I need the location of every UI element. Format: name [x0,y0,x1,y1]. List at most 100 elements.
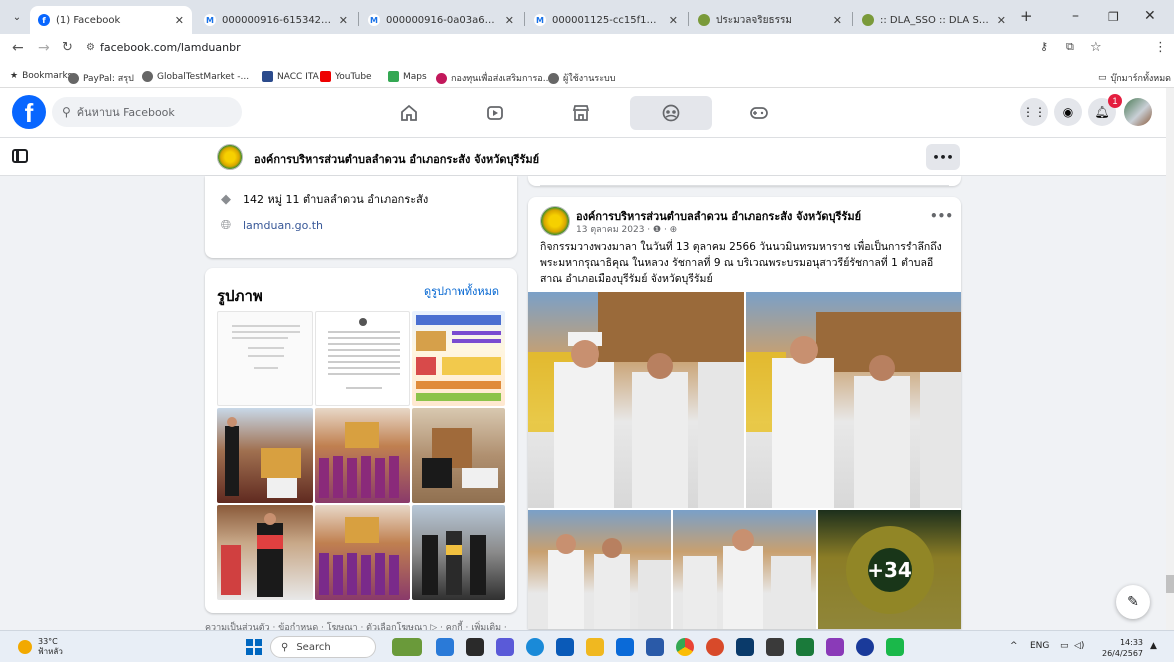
line-app-icon[interactable] [886,638,904,656]
photo-thumb-graduation-1[interactable] [217,505,313,600]
tab-facebook[interactable]: f (1) Facebook ✕ [30,6,192,34]
sidebar-toggle-icon[interactable] [12,149,28,163]
tab-doc-3[interactable]: M 000001125-cc15f11cfbd56d0 ✕ [526,6,686,34]
photo-thumb-poster[interactable] [412,311,505,406]
taskbar-search[interactable]: ⚲ Search [270,636,376,658]
system-clock[interactable]: 14:33 26/4/2567 [1102,637,1143,659]
see-all-photos-link[interactable]: ดูรูปภาพทั้งหมด [424,282,499,300]
start-button[interactable] [246,639,262,655]
store-app-icon[interactable] [556,638,574,656]
bookmark-item[interactable]: YouTube [320,71,372,82]
photo-thumb-graduation-2[interactable] [412,505,505,600]
close-tab-icon[interactable]: ✕ [833,14,842,27]
weather-widget[interactable]: 33°C ฟ้าหลัว [18,637,63,657]
nav-gaming[interactable] [718,96,800,130]
bookmark-item[interactable]: NACC ITA [262,71,319,82]
page-logo[interactable] [217,144,243,170]
scrollbar-thumb[interactable] [1166,575,1174,593]
browser-menu-icon[interactable]: ⋮ [1154,40,1167,55]
post-photo-2[interactable] [746,292,961,508]
network-icon[interactable]: ▭ [1060,641,1069,651]
photo-thumb-group-1[interactable] [315,408,410,503]
teams-app-icon[interactable] [436,638,454,656]
bookmark-item[interactable]: GlobalTestMarket -... [142,71,249,82]
chrome-app-icon[interactable] [676,638,694,656]
close-tab-icon[interactable]: ✕ [997,14,1006,27]
tray-overflow-icon[interactable]: ^ [1010,641,1018,651]
close-tab-icon[interactable]: ✕ [669,14,678,27]
post-photo-1[interactable] [528,292,744,508]
website-link[interactable]: lamduan.go.th [243,219,323,232]
page-scrollbar[interactable] [1166,88,1174,630]
app-icon[interactable] [856,638,874,656]
url-field[interactable]: facebook.com/lamduanbr [100,41,241,54]
close-window-icon[interactable]: ✕ [1144,8,1156,24]
forward-icon[interactable]: → [38,40,50,56]
photo-thumb-ceremony-2[interactable] [412,408,505,503]
task-view-icon[interactable] [466,638,484,656]
search-input[interactable]: ⚲ ค้นหาบน Facebook [52,97,242,127]
photo-thumb-group-2[interactable] [315,505,410,600]
install-app-icon[interactable]: ⧉ [1066,40,1074,54]
app-icon[interactable] [766,638,784,656]
page-title[interactable]: องค์การบริหารส่วนตำบลลำดวน อำเภอกระสัง จ… [254,150,539,168]
bookmark-item[interactable]: กองทุนเพื่อส่งเสริมการอ... [436,71,551,85]
input-language[interactable]: ENG [1030,641,1049,651]
notification-center-icon[interactable]: ▲ [1150,641,1157,651]
all-bookmarks[interactable]: ▭ บุ๊กมาร์กทั้งหมด [1098,71,1171,85]
reload-icon[interactable]: ↻ [62,40,73,55]
app-icon[interactable] [826,638,844,656]
nav-home[interactable] [368,96,450,130]
bookmark-star-icon[interactable]: ☆ [1090,40,1102,55]
tab-doc-2[interactable]: M 000000916-0a03a6a786524c8 ✕ [360,6,522,34]
post-photo-3[interactable] [528,510,671,629]
post-author-avatar[interactable] [540,206,570,236]
bookmark-item[interactable]: ★ Bookmarks [10,71,72,81]
more-options-button[interactable]: ••• [926,144,960,170]
nav-video[interactable] [454,96,536,130]
account-avatar[interactable] [1124,98,1152,126]
photo-thumb-document[interactable] [217,311,313,406]
volume-icon[interactable]: ◁) [1074,641,1084,651]
bookmark-item[interactable]: PayPal: สรุป [68,71,134,85]
photo-thumb-ceremony-1[interactable] [217,408,313,503]
restore-icon[interactable]: ❐ [1108,10,1119,24]
excel-app-icon[interactable] [796,638,814,656]
post-photo-4[interactable] [673,510,816,629]
nav-marketplace[interactable] [540,96,622,130]
mail-app-icon[interactable] [616,638,634,656]
address-bar: ← → ↻ ⚙ facebook.com/lamduanbr ⚷ ⧉ ☆ ⋮ [0,34,1174,88]
close-tab-icon[interactable]: ✕ [505,14,514,27]
menu-grid-button[interactable]: ⋮⋮ [1020,98,1048,126]
tab-search-icon[interactable]: ⌄ [8,9,26,25]
teams-chat-icon[interactable] [496,638,514,656]
close-tab-icon[interactable]: ✕ [175,14,184,27]
photo-thumb-announcement[interactable] [315,311,410,406]
site-info-icon[interactable]: ⚙ [86,42,95,53]
post-photo-more[interactable]: +34 [818,510,961,629]
powerpoint-app-icon[interactable] [706,638,724,656]
document-thumbnail [232,325,300,369]
tab-ethics[interactable]: ประมวลจริยธรรม ✕ [690,6,850,34]
close-tab-icon[interactable]: ✕ [339,14,348,27]
minimize-icon[interactable]: – [1072,8,1079,24]
back-icon[interactable]: ← [12,40,24,56]
edge-app-icon[interactable] [526,638,544,656]
bookmark-item[interactable]: Maps [388,71,427,82]
tab-doc-1[interactable]: M 000000916-61534207c186ec8 ✕ [196,6,356,34]
folder-icon: ▭ [1098,73,1107,83]
post-timestamp[interactable]: 13 ตุลาคม 2023 · ❶ · ⊕ [576,222,677,236]
photoshop-app-icon[interactable] [736,638,754,656]
file-explorer-icon[interactable] [586,638,604,656]
nav-groups[interactable] [630,96,712,130]
word-app-icon[interactable] [646,638,664,656]
messenger-button[interactable]: ◉ [1054,98,1082,126]
facebook-logo-icon[interactable]: f [12,95,46,129]
new-tab-button[interactable]: + [1020,7,1033,25]
widgets-app-icon[interactable] [392,638,422,656]
bookmark-item[interactable]: ผู้ใช้งานระบบ [548,71,615,85]
password-key-icon[interactable]: ⚷ [1040,40,1048,53]
post-more-button[interactable]: ••• [930,209,953,223]
new-message-button[interactable]: ✎ [1116,585,1150,619]
tab-dla-sso[interactable]: :: DLA_SSO :: DLA Single Sign ✕ [854,6,1014,34]
